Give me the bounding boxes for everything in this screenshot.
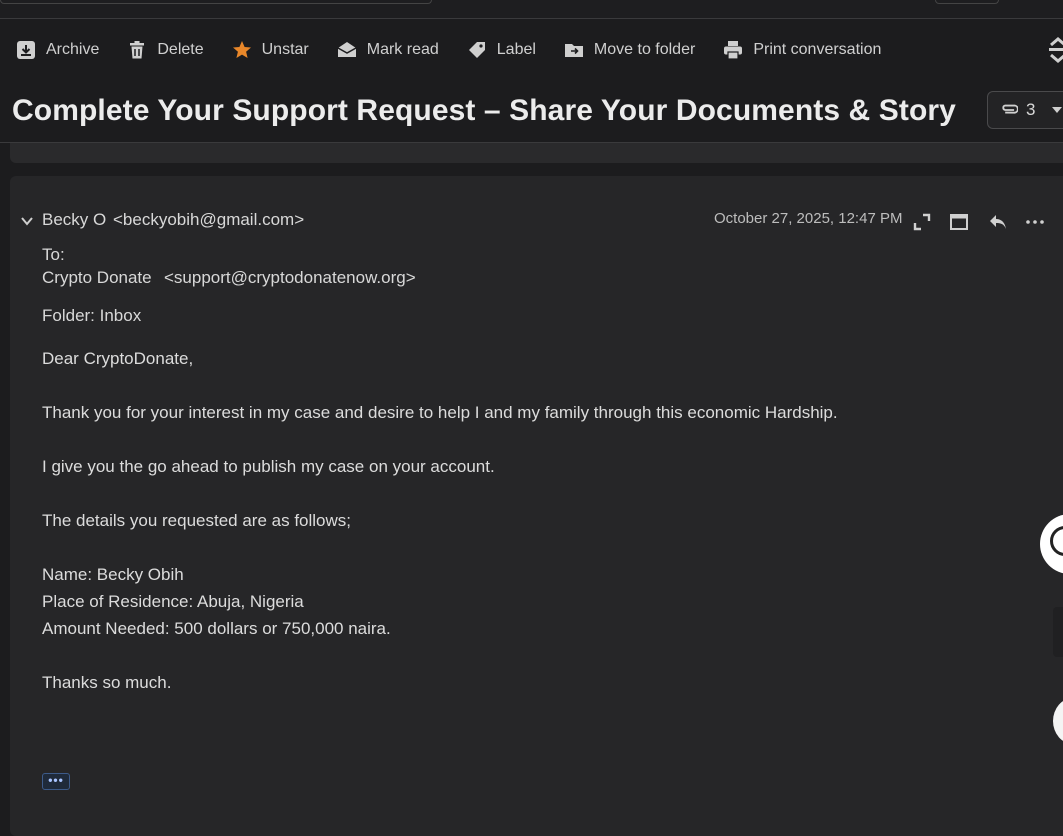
- sender-name[interactable]: Becky O: [42, 210, 106, 230]
- chevron-down-icon: [1052, 107, 1063, 113]
- print-conversation-button[interactable]: Print conversation: [707, 32, 893, 68]
- recipient-email[interactable]: <support@cryptodonatenow.org>: [164, 268, 416, 288]
- move-to-folder-label: Move to folder: [593, 41, 696, 58]
- attachment-count: 3: [1026, 100, 1036, 119]
- paperclip-icon: [1002, 104, 1018, 114]
- to-label: To:: [42, 245, 65, 264]
- body-detail-amount: Amount Needed: 500 dollars or 750,000 na…: [42, 619, 391, 638]
- search-bar-fragment[interactable]: [0, 0, 432, 4]
- archive-icon: [17, 41, 35, 59]
- unstar-label: Unstar: [261, 41, 309, 58]
- body-detail-name: Name: Becky Obih: [42, 565, 184, 584]
- header-control-fragment[interactable]: [935, 0, 999, 4]
- trash-icon: [130, 41, 145, 59]
- mark-read-button[interactable]: Mark read: [321, 32, 451, 68]
- message-date: October 27, 2025, 12:47 PM: [714, 210, 903, 227]
- sender-email[interactable]: <beckyobih@gmail.com>: [113, 210, 304, 230]
- star-icon: [232, 41, 251, 58]
- tag-icon: [468, 42, 485, 58]
- mark-read-label: Mark read: [366, 41, 439, 58]
- body-detail-residence: Place of Residence: Abuja, Nigeria: [42, 592, 304, 611]
- body-greeting: Dear CryptoDonate,: [42, 349, 194, 368]
- delete-label: Delete: [157, 41, 204, 58]
- side-panel-handle[interactable]: [1053, 607, 1063, 657]
- attachments-dropdown[interactable]: 3: [987, 91, 1063, 129]
- conversation-header: Complete Your Support Request – Share Yo…: [0, 86, 1063, 143]
- label-button[interactable]: Label: [451, 32, 548, 68]
- body-paragraph: The details you requested are as follows…: [42, 511, 352, 530]
- reply-icon[interactable]: [988, 212, 1008, 232]
- recipient-name[interactable]: Crypto Donate: [42, 268, 152, 288]
- ring-icon: [1050, 526, 1063, 556]
- show-quoted-button[interactable]: •••: [42, 773, 70, 790]
- top-strip: [0, 0, 1063, 19]
- body-paragraph: I give you the go ahead to publish my ca…: [42, 457, 495, 476]
- body-paragraph: Thank you for your interest in my case a…: [42, 403, 838, 422]
- envelope-open-icon: [337, 42, 357, 57]
- body-closing: Thanks so much.: [42, 673, 172, 692]
- archive-label: Archive: [46, 41, 100, 58]
- message-card: Becky O <beckyobih@gmail.com> October 27…: [10, 176, 1063, 836]
- printer-icon: [724, 41, 743, 60]
- label-label: Label: [496, 41, 536, 58]
- toolbar-overflow-icon[interactable]: [1047, 37, 1063, 63]
- expand-icon[interactable]: [912, 212, 932, 232]
- delete-button[interactable]: Delete: [111, 32, 215, 68]
- conversation-subject: Complete Your Support Request – Share Yo…: [12, 94, 956, 127]
- chevron-down-icon[interactable]: [20, 214, 34, 228]
- more-icon[interactable]: [1025, 212, 1045, 232]
- folder-move-icon: [564, 44, 583, 57]
- folder-info: Folder: Inbox: [42, 306, 142, 325]
- move-to-folder-button[interactable]: Move to folder: [548, 32, 707, 68]
- message-body: Dear CryptoDonate, Thank you for your in…: [42, 345, 1042, 696]
- message-toolbar: Archive Delete Unstar Mark read Label Mo…: [0, 19, 1063, 81]
- unstar-button[interactable]: Unstar: [216, 32, 321, 68]
- print-conversation-label: Print conversation: [753, 41, 882, 58]
- window-icon[interactable]: [949, 212, 969, 232]
- archive-button[interactable]: Archive: [0, 32, 111, 68]
- collapsed-message[interactable]: [10, 143, 1063, 163]
